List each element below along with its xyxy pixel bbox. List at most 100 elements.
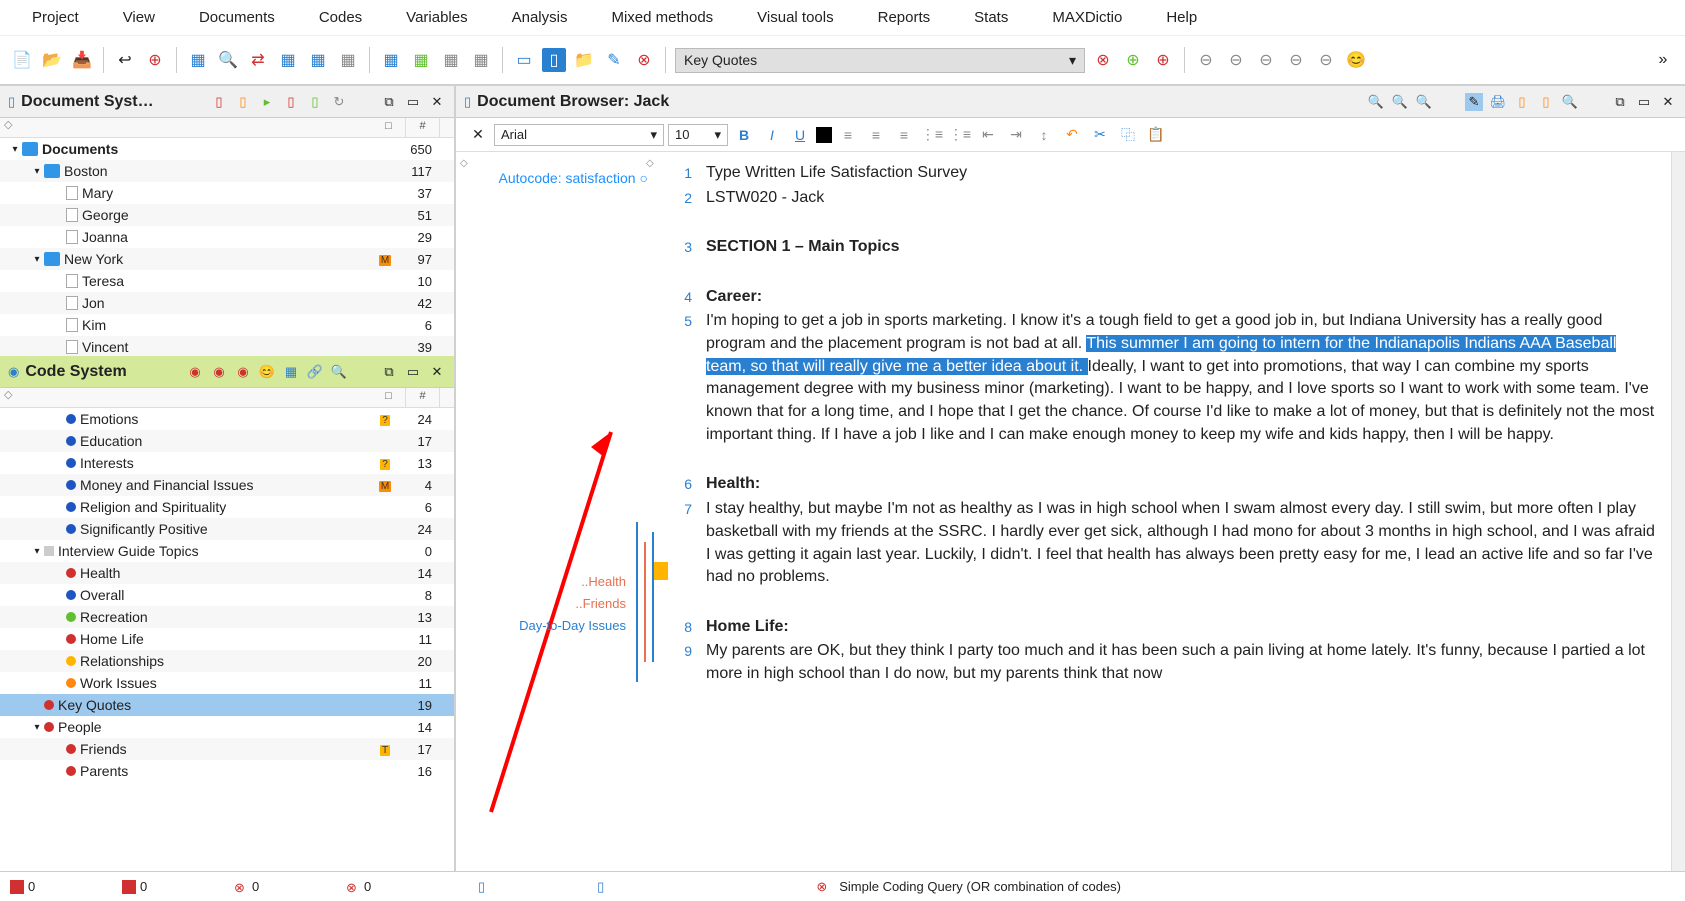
code-bracket[interactable]: [644, 542, 646, 662]
memo-marker[interactable]: [654, 562, 668, 580]
code-with-new-icon[interactable]: ⊕: [143, 48, 167, 72]
close-panel-icon[interactable]: ✕: [428, 93, 446, 111]
overflow-icon[interactable]: »: [1651, 48, 1675, 72]
activate-icon[interactable]: ▸: [258, 93, 276, 111]
tree-row[interactable]: Vincent39: [0, 336, 454, 356]
folder-tb-icon[interactable]: 📁: [572, 48, 596, 72]
grid4-icon[interactable]: ▦: [336, 48, 360, 72]
code-label-friends[interactable]: ..Friends: [575, 596, 626, 611]
menu-project[interactable]: Project: [10, 3, 101, 32]
copy-icon[interactable]: ⿻: [1116, 123, 1140, 147]
add-code-icon[interactable]: ⊕: [1121, 48, 1145, 72]
underline-icon[interactable]: U: [788, 123, 812, 147]
paragraph[interactable]: [672, 591, 1655, 614]
tree-row[interactable]: ▾People14: [0, 716, 454, 738]
code-tree[interactable]: Emotions?24Education17Interests?13Money …: [0, 408, 454, 871]
tab4-icon[interactable]: ▦: [469, 48, 493, 72]
search-fwd-icon[interactable]: 🔍: [1415, 93, 1433, 111]
view-icon[interactable]: ▯: [1537, 93, 1555, 111]
code-label-health[interactable]: ..Health: [581, 574, 626, 589]
weight5-icon[interactable]: ⊖: [1314, 48, 1338, 72]
menu-view[interactable]: View: [101, 3, 177, 32]
code-bracket[interactable]: [636, 522, 638, 682]
tree-row[interactable]: Recreation13: [0, 606, 454, 628]
menu-codes[interactable]: Codes: [297, 3, 384, 32]
paragraph[interactable]: 3SECTION 1 – Main Topics: [672, 236, 1655, 259]
code-icon[interactable]: ⊗: [632, 48, 656, 72]
paragraph[interactable]: 2LSTW020 - Jack: [672, 187, 1655, 210]
document-tree[interactable]: ▾Documents650▾Boston117Mary37George51Joa…: [0, 138, 454, 356]
paragraph[interactable]: 6Health:: [672, 473, 1655, 496]
code-relations-icon[interactable]: ⇄: [246, 48, 270, 72]
settings-icon[interactable]: ▯: [306, 93, 324, 111]
delete-code-icon[interactable]: ◉: [210, 363, 228, 381]
detach-icon[interactable]: ⧉: [1611, 93, 1629, 111]
code-bracket[interactable]: [652, 532, 654, 662]
paragraph[interactable]: 1Type Written Life Satisfaction Survey: [672, 162, 1655, 185]
bold-icon[interactable]: B: [732, 123, 756, 147]
tree-row[interactable]: Kim6: [0, 314, 454, 336]
search-code-icon[interactable]: 🔍: [330, 363, 348, 381]
menu-variables[interactable]: Variables: [384, 3, 489, 32]
search2-icon[interactable]: 🔍: [1561, 93, 1579, 111]
align-center-icon[interactable]: ≡: [864, 123, 888, 147]
tree-row[interactable]: Emotions?24: [0, 408, 454, 430]
font-size-select[interactable]: 10 ▾: [668, 124, 728, 146]
align-right-icon[interactable]: ≡: [892, 123, 916, 147]
tree-row[interactable]: FriendsT17: [0, 738, 454, 760]
new-doc-icon[interactable]: ▯: [210, 93, 228, 111]
export-icon[interactable]: ▯: [1513, 93, 1531, 111]
tree-row[interactable]: Teresa10: [0, 270, 454, 292]
lexical-search-icon[interactable]: 🔍: [216, 48, 240, 72]
align-left-icon[interactable]: ≡: [836, 123, 860, 147]
new-project-icon[interactable]: 📄: [10, 48, 34, 72]
number-list-icon[interactable]: ⋮≡: [948, 123, 972, 147]
font-name-select[interactable]: Arial ▾: [494, 124, 664, 146]
menu-help[interactable]: Help: [1144, 3, 1219, 32]
grid2-icon[interactable]: ▦: [276, 48, 300, 72]
menu-visual-tools[interactable]: Visual tools: [735, 3, 855, 32]
code-label-d2d[interactable]: Day-to-Day Issues: [519, 618, 626, 633]
tree-row[interactable]: Health14: [0, 562, 454, 584]
paragraph[interactable]: 9My parents are OK, but they think I par…: [672, 640, 1655, 685]
edit-icon[interactable]: ✎: [602, 48, 626, 72]
undo-fmt-icon[interactable]: ↶: [1060, 123, 1084, 147]
paragraph[interactable]: [672, 261, 1655, 284]
undo-icon[interactable]: ↩: [113, 48, 137, 72]
new-folder-icon[interactable]: ▯: [234, 93, 252, 111]
tree-row[interactable]: Interests?13: [0, 452, 454, 474]
grid-icon[interactable]: ▦: [186, 48, 210, 72]
paragraph[interactable]: 8Home Life:: [672, 616, 1655, 639]
tree-row[interactable]: George51: [0, 204, 454, 226]
italic-icon[interactable]: I: [760, 123, 784, 147]
document-text[interactable]: 1Type Written Life Satisfaction Survey2L…: [656, 152, 1671, 871]
menu-analysis[interactable]: Analysis: [490, 3, 590, 32]
tree-row[interactable]: ▾Boston117: [0, 160, 454, 182]
paragraph[interactable]: [672, 211, 1655, 234]
autocode-label[interactable]: Autocode: satisfaction: [499, 170, 648, 186]
outdent-icon[interactable]: ⇤: [976, 123, 1000, 147]
minimize-icon[interactable]: ▭: [404, 363, 422, 381]
window-icon[interactable]: ▭: [512, 48, 536, 72]
close-panel-icon[interactable]: ✕: [1659, 93, 1677, 111]
edit-code-icon[interactable]: ◉: [234, 363, 252, 381]
menu-reports[interactable]: Reports: [856, 3, 953, 32]
search-back-icon[interactable]: 🔍: [1391, 93, 1409, 111]
tab3-icon[interactable]: ▦: [439, 48, 463, 72]
minimize-icon[interactable]: ▭: [404, 93, 422, 111]
paragraph[interactable]: 5I'm hoping to get a job in sports marke…: [672, 310, 1655, 446]
minimize-icon[interactable]: ▭: [1635, 93, 1653, 111]
emoticode-icon[interactable]: 😊: [1344, 48, 1368, 72]
tree-row[interactable]: Joanna29: [0, 226, 454, 248]
weight1-icon[interactable]: ⊖: [1194, 48, 1218, 72]
weight3-icon[interactable]: ⊖: [1254, 48, 1278, 72]
import-icon[interactable]: 📥: [70, 48, 94, 72]
tree-row[interactable]: Significantly Positive24: [0, 518, 454, 540]
link-icon[interactable]: 🔗: [306, 363, 324, 381]
tree-row[interactable]: Education17: [0, 430, 454, 452]
indent-icon[interactable]: ⇥: [1004, 123, 1028, 147]
menu-documents[interactable]: Documents: [177, 3, 297, 32]
quick-code-select[interactable]: Key Quotes ▾: [675, 48, 1085, 73]
tree-row[interactable]: Home Life11: [0, 628, 454, 650]
menu-mixed-methods[interactable]: Mixed methods: [589, 3, 735, 32]
